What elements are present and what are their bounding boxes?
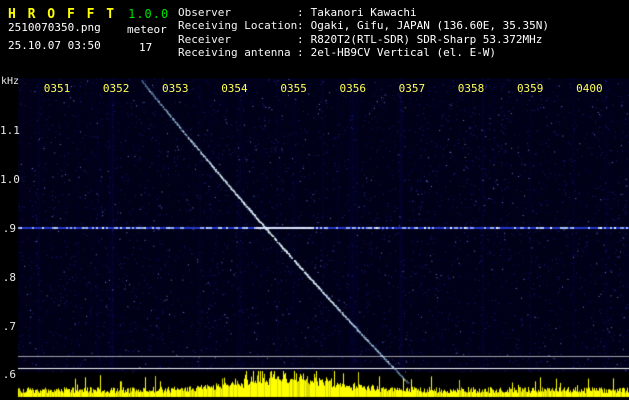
time-tick-label: 0355 [280,82,307,95]
info-value: R820T2(RTL-SDR) SDR-Sharp 53.372MHz [310,32,543,46]
hrofft-screen: H R O F F T 1.0.0 2510070350.png meteor 2… [0,0,629,400]
freq-tick-label: .9 [2,222,16,235]
mode-label: meteor [127,23,167,36]
time-tick-label: 0352 [102,82,130,95]
spectrogram-canvas [0,0,629,400]
time-tick-label: 0358 [457,82,485,95]
time-tick-label: 0357 [398,82,426,95]
output-filename: 2510070350.png [8,21,101,34]
time-tick-label: 0351 [43,82,71,95]
info-value: 2el-HB9CV Vertical (el. E-W) [310,46,497,60]
title-line: H R O F F T 1.0.0 [8,3,169,22]
echo-count: 17 [139,41,153,54]
info-separator: : [297,46,304,60]
info-value: Takanori Kawachi [310,6,417,19]
info-value: Ogaki, Gifu, JAPAN (136.60E, 35.35N) [310,19,550,33]
info-row-observer: Observer: Takanori Kawachi [178,6,549,19]
observer-info-block: Observer: Takanori Kawachi Receiving Loca… [178,6,549,60]
info-label: Receiving Location [178,19,298,33]
time-tick-label: 0356 [339,82,367,95]
freq-tick-label: .6 [2,368,16,382]
time-tick-label: 0354 [221,82,248,95]
app-title: H R O F F T [8,7,117,22]
info-separator: : [297,32,304,46]
info-separator: : [297,19,304,33]
freq-tick-label: .8 [2,270,16,284]
freq-tick-label: 1.0 [0,173,20,187]
datetime-label: 25.10.07 03:50 [8,39,101,52]
time-tick-label: 0353 [162,82,189,95]
info-label: Receiver [178,32,231,46]
info-row-receiver: Receiver: R820T2(RTL-SDR) SDR-Sharp 53.37… [178,33,549,46]
time-tick-label: 0400 [576,82,603,95]
info-label: Receiving antenna [178,46,291,60]
freq-axis-unit-label: kHz [1,76,20,87]
info-row-antenna: Receiving antenna:2el-HB9CV Vertical (el… [178,46,549,59]
freq-tick-label: .7 [2,319,16,333]
time-tick-label: 0359 [516,82,544,95]
info-row-location: Receiving Location: Ogaki, Gifu, JAPAN (1… [178,19,549,32]
app-version: 1.0.0 [128,7,170,21]
freq-tick-label: 1.1 [0,124,20,138]
info-label: Observer [178,6,231,19]
info-separator: : [297,6,304,19]
